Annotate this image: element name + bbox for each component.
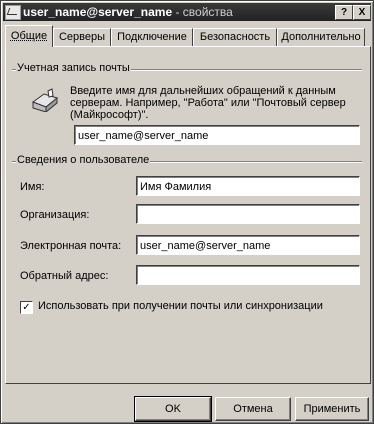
include-account-label[interactable]: Использовать при получении почты или син… — [38, 300, 323, 312]
tab-connection[interactable]: Подключение — [111, 28, 193, 47]
title-bar[interactable]: user_name@server_name - свойства ? X — [3, 3, 371, 21]
name-input[interactable]: Имя Фамилия — [136, 176, 360, 196]
name-label: Имя: — [20, 181, 45, 193]
apply-button[interactable]: Применить — [295, 397, 369, 421]
tab-security[interactable]: Безопасность — [193, 28, 277, 47]
mailbox-icon — [31, 88, 59, 112]
help-icon: ? — [340, 7, 348, 18]
tab-strip: Общие Серверы Подключение Безопасность Д… — [5, 25, 371, 47]
account-group-label: Учетная запись почты — [16, 62, 131, 74]
window-title-main: user_name@server_name — [23, 5, 173, 19]
tab-servers[interactable]: Серверы — [53, 28, 111, 47]
ok-button[interactable]: OK — [134, 396, 212, 422]
close-button[interactable]: X — [353, 5, 371, 20]
account-name-input[interactable]: user_name@server_name — [74, 125, 360, 145]
tab-panel-general: Учетная запись почты Введите имя для дал… — [5, 46, 371, 384]
checkmark-icon: ✓ — [22, 302, 31, 313]
tab-advanced[interactable]: Дополнительно — [277, 28, 365, 47]
properties-dialog: user_name@server_name - свойства ? X Общ… — [0, 0, 374, 424]
window-title-suffix: - свойства — [172, 5, 233, 19]
organization-label: Организация: — [20, 209, 90, 221]
account-description: Введите имя для дальнейших обращений к д… — [70, 85, 346, 121]
close-icon: X — [358, 7, 366, 18]
reply-address-label: Обратный адрес: — [20, 270, 109, 282]
include-account-checkbox[interactable]: ✓ — [20, 301, 33, 314]
help-button[interactable]: ? — [335, 5, 353, 20]
mail-account-icon — [5, 5, 21, 20]
reply-address-input[interactable] — [136, 265, 360, 285]
cancel-button[interactable]: Отмена — [215, 397, 291, 421]
window-title: user_name@server_name - свойства — [23, 5, 233, 19]
user-info-group-label: Сведения о пользователе — [16, 154, 151, 166]
email-label: Электронная почта: — [20, 240, 122, 252]
email-input[interactable]: user_name@server_name — [136, 235, 360, 255]
organization-input[interactable] — [136, 204, 360, 224]
tab-general[interactable]: Общие — [5, 25, 53, 47]
